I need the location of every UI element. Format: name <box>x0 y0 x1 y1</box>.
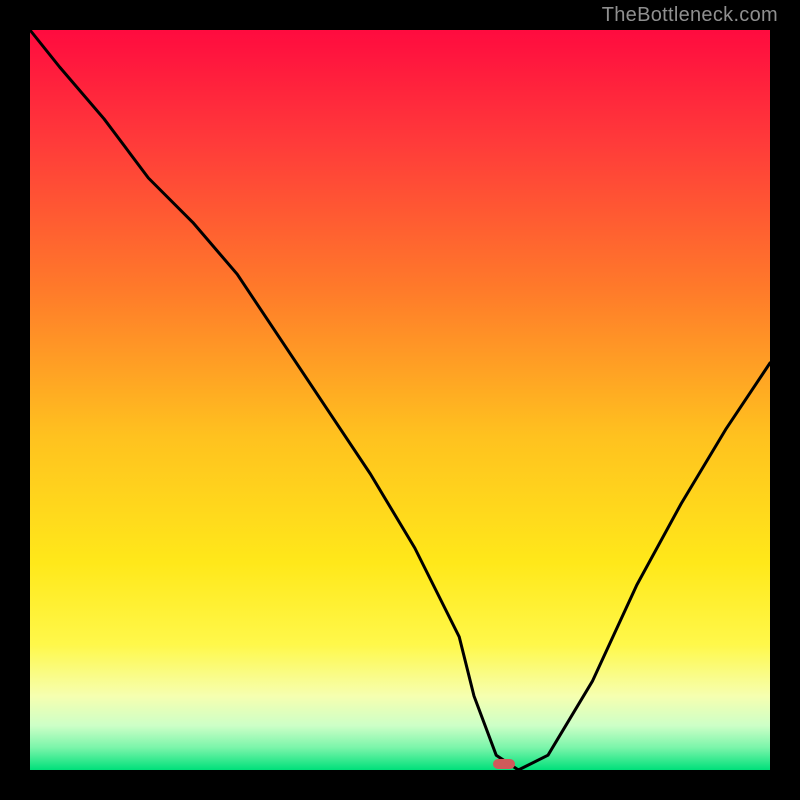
curve-layer <box>30 30 770 770</box>
plot-area <box>30 30 770 770</box>
optimal-marker <box>493 759 515 769</box>
chart-stage: TheBottleneck.com <box>0 0 800 800</box>
watermark-label: TheBottleneck.com <box>602 4 778 27</box>
bottleneck-curve <box>30 30 770 770</box>
